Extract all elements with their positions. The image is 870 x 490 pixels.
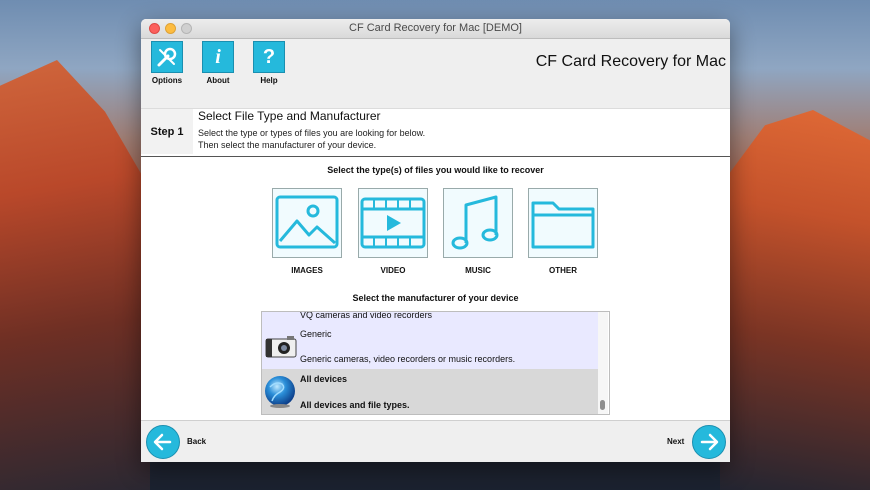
help-label: Help: [260, 76, 278, 85]
filetype-other-button[interactable]: [528, 188, 598, 258]
next-label: Next: [667, 437, 685, 446]
step-desc-line2: Then select the manufacturer of your dev…: [198, 140, 377, 150]
folder-icon: [531, 201, 595, 249]
music-icon: [451, 195, 499, 250]
mountain-left: [0, 60, 150, 490]
step-title: Select File Type and Manufacturer: [198, 109, 381, 123]
file-types-heading: Select the type(s) of files you would li…: [327, 165, 544, 175]
list-item-generic-desc: Generic cameras, video recorders or musi…: [300, 354, 516, 364]
step-description: Select the type or types of files you ar…: [198, 127, 425, 151]
info-icon: i: [202, 41, 234, 73]
window-title: CF Card Recovery for Mac [DEMO]: [349, 22, 522, 34]
scrollbar-thumb[interactable]: [600, 400, 605, 410]
options-button[interactable]: Options: [147, 41, 187, 85]
mountain-right: [720, 110, 870, 490]
camera-icon: [265, 336, 297, 358]
back-label: Back: [187, 437, 207, 446]
step-header: Step 1 Select File Type and Manufacturer…: [141, 108, 730, 156]
list-item-generic[interactable]: VQ cameras and video recorders Generic G…: [262, 312, 599, 369]
tools-icon: [151, 41, 183, 73]
list-scrollbar[interactable]: [598, 312, 608, 414]
arrow-right-icon: [700, 433, 719, 451]
options-label: Options: [151, 76, 183, 85]
filetype-music-button[interactable]: [443, 188, 513, 258]
app-window: CF Card Recovery for Mac [DEMO] Options …: [141, 19, 730, 462]
list-item-generic-name: Generic: [300, 329, 332, 339]
app-title: CF Card Recovery for Mac: [535, 53, 726, 70]
question-icon: ?: [253, 41, 285, 73]
filetype-video-button[interactable]: [358, 188, 428, 258]
divider: [141, 156, 730, 157]
manufacturer-heading: Select the manufacturer of your device: [352, 293, 519, 303]
about-button[interactable]: i About: [198, 41, 238, 85]
step-desc-line1: Select the type or types of files you ar…: [198, 128, 426, 138]
next-button[interactable]: [692, 425, 726, 459]
list-item-vq-desc: VQ cameras and video recorders: [300, 311, 433, 320]
video-icon: [360, 197, 426, 249]
filetype-other-label: OTHER: [549, 266, 577, 275]
filetype-video-label: VIDEO: [380, 266, 406, 275]
list-item-all-devices-desc: All devices and file types.: [300, 400, 410, 410]
about-label: About: [206, 76, 230, 85]
title-bar[interactable]: CF Card Recovery for Mac [DEMO]: [141, 19, 730, 39]
step-badge: Step 1: [141, 109, 193, 154]
globe-icon: [265, 376, 295, 408]
filetype-music-label: MUSIC: [465, 266, 491, 275]
filetype-images-button[interactable]: [272, 188, 342, 258]
help-button[interactable]: ? Help: [249, 41, 289, 85]
back-button[interactable]: [146, 425, 180, 459]
manufacturer-list[interactable]: VQ cameras and video recorders Generic G…: [261, 311, 610, 415]
navigation-bar: Back Next: [141, 420, 730, 462]
filetype-images-label: IMAGES: [291, 266, 323, 275]
image-icon: [275, 195, 339, 249]
list-item-all-devices-name: All devices: [300, 374, 348, 384]
toolbar: Options i About ? Help CF Card Recovery …: [141, 39, 730, 108]
arrow-left-icon: [153, 433, 172, 451]
list-item-all-devices[interactable]: All devices All devices and file types.: [262, 369, 599, 414]
